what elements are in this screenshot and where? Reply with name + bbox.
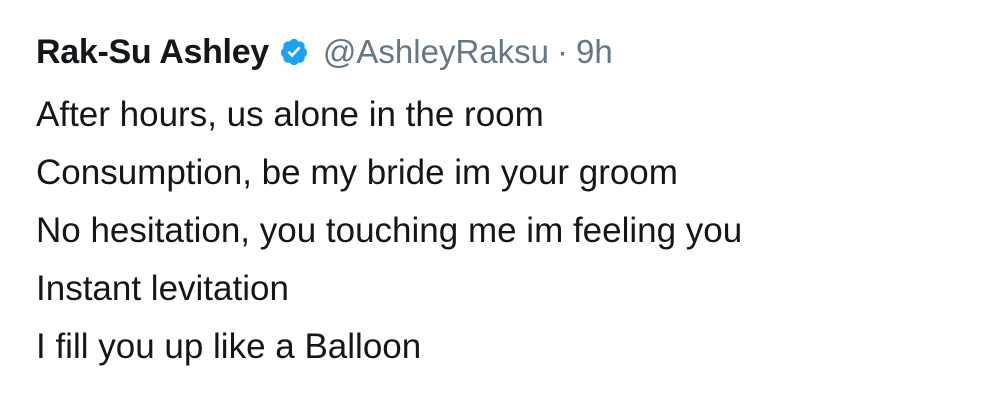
verified-badge-icon xyxy=(279,37,309,67)
tweet-line: After hours, us alone in the room xyxy=(36,95,544,134)
tweet-line: Consumption, be my bride im your groom xyxy=(36,153,678,192)
tweet-timestamp[interactable]: 9h xyxy=(576,33,613,71)
tweet-line: Instant levitation xyxy=(36,269,289,308)
tweet-body: After hours, us alone in the room Consum… xyxy=(36,86,976,376)
tweet-line: I fill you up like a Balloon xyxy=(36,327,422,366)
author-handle[interactable]: @AshleyRaksu xyxy=(323,33,549,71)
tweet-line: No hesitation, you touching me im feelin… xyxy=(36,211,743,250)
tweet-header: Rak-Su Ashley @AshleyRaksu · 9h xyxy=(36,22,976,82)
author-name[interactable]: Rak-Su Ashley xyxy=(36,33,269,72)
tweet: Rak-Su Ashley @AshleyRaksu · 9h After ho… xyxy=(36,22,976,376)
separator-dot: · xyxy=(557,33,569,70)
